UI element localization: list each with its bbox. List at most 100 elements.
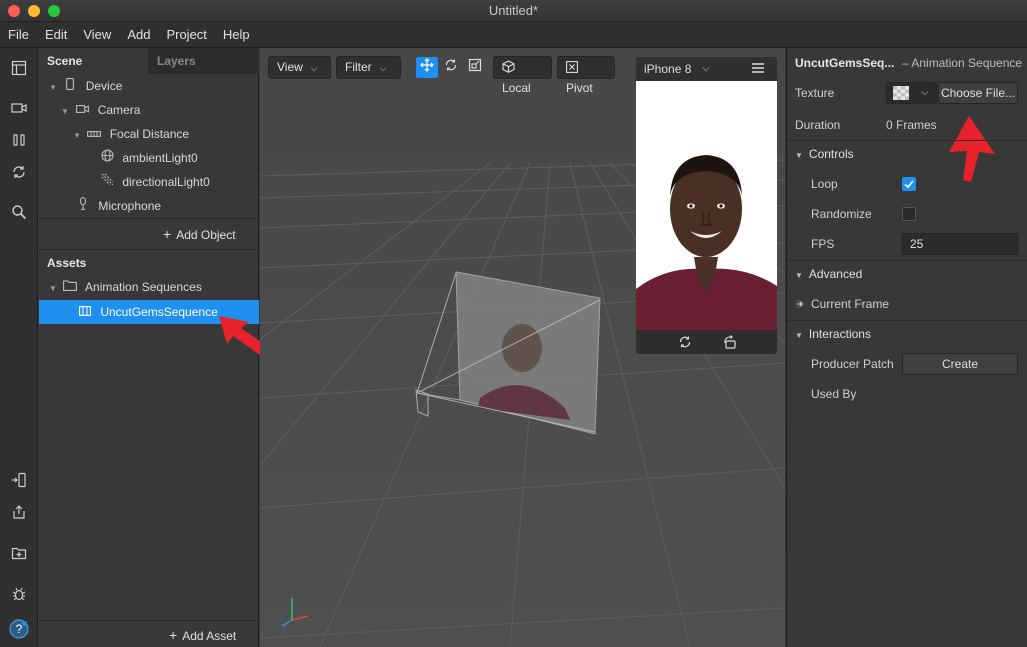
assets-title: Assets xyxy=(47,256,87,270)
close-window-button[interactable] xyxy=(8,5,20,17)
help-icon[interactable]: ? xyxy=(8,618,29,639)
create-patch-label: Create xyxy=(941,357,979,371)
advanced-section-label: Advanced xyxy=(808,267,863,281)
focal-distance-icon xyxy=(86,123,102,147)
create-patch-button[interactable]: Create xyxy=(902,353,1018,375)
loop-checkbox[interactable] xyxy=(902,177,916,191)
scene-item-directional-light[interactable]: directionalLight0 xyxy=(39,170,259,194)
refresh-icon[interactable] xyxy=(9,164,29,184)
menu-add[interactable]: Add xyxy=(119,22,158,48)
scene-item-label: Camera xyxy=(97,103,141,117)
view-dropdown[interactable]: View ⌵ xyxy=(268,56,331,79)
chevron-down-icon: ⌵ xyxy=(702,63,710,74)
window-title: Untitled* xyxy=(488,3,539,18)
interactions-section[interactable]: ▼ Interactions xyxy=(787,319,1027,349)
add-object-button[interactable]: + Add Object xyxy=(163,226,236,242)
advanced-section[interactable]: ▼ Advanced xyxy=(787,259,1027,289)
rotate-device-icon[interactable] xyxy=(723,335,737,352)
minimize-window-button[interactable] xyxy=(28,5,40,17)
preview-footer xyxy=(636,330,777,354)
cube-icon xyxy=(502,60,515,74)
search-icon[interactable] xyxy=(9,204,29,224)
add-folder-icon[interactable] xyxy=(9,545,29,565)
tool-rail: ? xyxy=(0,48,38,647)
transparent-swatch-icon xyxy=(893,86,909,106)
texture-label: Texture xyxy=(795,86,835,100)
rotate-tool-icon[interactable] xyxy=(440,57,462,78)
fps-value: 25 xyxy=(910,237,924,251)
expand-arrow-icon[interactable]: ▼ xyxy=(73,124,83,148)
menu-file[interactable]: File xyxy=(0,22,37,48)
menu-view[interactable]: View xyxy=(75,22,119,48)
randomize-label: Randomize xyxy=(811,207,872,221)
menu-project[interactable]: Project xyxy=(158,22,214,48)
randomize-checkbox[interactable] xyxy=(902,207,916,221)
bug-icon[interactable] xyxy=(9,586,29,606)
loop-row: Loop xyxy=(787,169,1027,199)
local-toggle[interactable]: Local xyxy=(493,56,552,95)
svg-text:?: ? xyxy=(16,622,23,636)
move-tool-icon[interactable] xyxy=(416,57,438,78)
pivot-toggle[interactable]: Pivot xyxy=(557,56,615,95)
filter-dropdown[interactable]: Filter ⌵ xyxy=(336,56,401,79)
randomize-row: Randomize xyxy=(787,199,1027,229)
pivot-icon xyxy=(566,60,578,74)
tab-layers[interactable]: Layers xyxy=(149,48,259,74)
title-bar: Untitled* xyxy=(0,0,1027,22)
scene-item-camera[interactable]: ▼ Camera xyxy=(39,98,259,122)
scene-item-focal-distance[interactable]: ▼ Focal Distance xyxy=(39,122,259,146)
chevron-down-icon: ⌵ xyxy=(310,63,318,73)
expand-arrow-icon[interactable]: ▼ xyxy=(49,76,59,100)
plus-icon: + xyxy=(169,627,178,643)
directional-light-icon xyxy=(99,171,115,195)
scene-item-device[interactable]: ▼ Device xyxy=(39,74,259,98)
view-dropdown-label: View xyxy=(277,60,303,74)
menu-bar: File Edit View Add Project Help xyxy=(0,22,1027,48)
scene-item-microphone[interactable]: Microphone xyxy=(39,194,259,218)
expand-arrow-icon: ▼ xyxy=(795,271,803,280)
hamburger-menu-icon[interactable] xyxy=(752,57,764,81)
add-asset-button[interactable]: + Add Asset xyxy=(169,627,236,643)
tab-scene[interactable]: Scene xyxy=(39,48,148,74)
video-camera-icon[interactable] xyxy=(9,100,29,120)
used-by-label: Used By xyxy=(811,387,857,401)
texture-picker[interactable]: ⌵ xyxy=(886,82,937,104)
asset-folder-animation-sequences[interactable]: ▼ Animation Sequences xyxy=(39,275,259,299)
used-by-row: Used By xyxy=(787,379,1027,409)
scene-item-label: directionalLight0 xyxy=(122,175,210,189)
choose-file-label: Choose File... xyxy=(940,86,1016,100)
fps-input[interactable]: 25 xyxy=(902,233,1018,255)
scene-item-label: Microphone xyxy=(98,199,162,213)
device-selector[interactable]: iPhone 8 ⌵ xyxy=(636,57,777,81)
scene-item-label: ambientLight0 xyxy=(122,151,198,165)
scene-item-ambient-light[interactable]: ambientLight0 xyxy=(39,146,259,170)
refresh-icon[interactable] xyxy=(678,335,692,352)
controls-section-label: Controls xyxy=(808,147,854,161)
layout-icon[interactable] xyxy=(9,60,29,80)
zoom-window-button[interactable] xyxy=(48,5,60,17)
send-to-device-icon[interactable] xyxy=(9,472,29,492)
add-object-label: Add Object xyxy=(176,228,236,242)
pause-icon[interactable] xyxy=(9,132,29,152)
phone-icon xyxy=(62,75,78,99)
controls-section[interactable]: ▼ Controls xyxy=(787,139,1027,169)
scene-item-label: Focal Distance xyxy=(109,127,190,141)
arrow-right-circle-icon[interactable] xyxy=(795,289,805,319)
current-frame-label: Current Frame xyxy=(811,297,890,311)
share-icon[interactable] xyxy=(9,504,29,524)
inspector-object-type: – Animation Sequence xyxy=(902,56,1023,70)
scale-tool-icon[interactable] xyxy=(464,57,486,78)
scene-tabs: Scene Layers xyxy=(39,48,259,74)
fps-row: FPS 25 xyxy=(787,229,1027,259)
viewport[interactable]: View ⌵ Filter ⌵ Local Pivot iPhone 8 ⌵ xyxy=(260,48,785,647)
choose-file-button[interactable]: Choose File... xyxy=(938,82,1018,104)
expand-arrow-icon[interactable]: ▼ xyxy=(61,100,71,124)
divider xyxy=(39,249,259,250)
device-selector-label: iPhone 8 xyxy=(644,62,692,76)
menu-edit[interactable]: Edit xyxy=(37,22,75,48)
menu-help[interactable]: Help xyxy=(215,22,258,48)
asset-folder-label: Animation Sequences xyxy=(85,280,202,294)
chevron-down-icon: ⌵ xyxy=(921,87,929,98)
expand-arrow-icon[interactable]: ▼ xyxy=(49,277,59,301)
inspector-header: UncutGemsSeq... – Animation Sequence xyxy=(787,48,1027,78)
